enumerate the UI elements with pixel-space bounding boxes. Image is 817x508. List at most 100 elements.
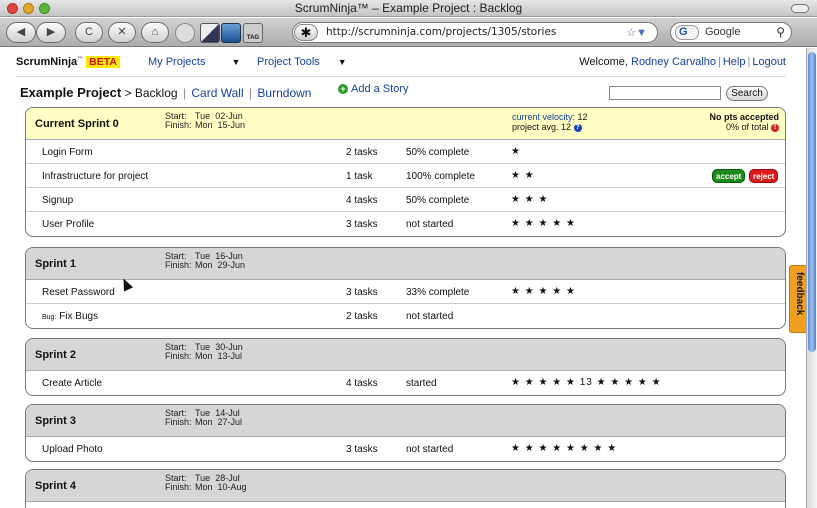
story-row[interactable]: Reset Password 3 tasks 33% complete ★ ★ …: [26, 280, 785, 304]
addon-icon[interactable]: [175, 23, 195, 43]
finish-date: 15-Jun: [217, 120, 246, 130]
browser-search-field[interactable]: G Google ⚲: [670, 22, 792, 43]
finish-label: Finish:: [165, 260, 192, 270]
search-icon[interactable]: ⚲: [776, 25, 785, 39]
tag-icon[interactable]: TAG: [243, 23, 263, 43]
window-title: ScrumNinja™ – Example Project : Backlog: [294, 1, 523, 15]
help-link[interactable]: Help: [723, 56, 746, 68]
story-title[interactable]: Reset Password: [42, 287, 115, 298]
sprint-name: Current Sprint 0: [35, 118, 119, 130]
sprint-header: Sprint 3 Start: Tue 14-Jul Finish: Mon 27-…: [26, 405, 785, 437]
help-icon[interactable]: ?: [573, 123, 582, 132]
story-row[interactable]: Create Article 4 tasks started ★ ★ ★ ★ ★…: [26, 371, 785, 395]
window-titlebar: ScrumNinja™ – Example Project : Backlog: [0, 0, 817, 17]
menu-my-projects[interactable]: My Projects ▼: [148, 56, 240, 68]
welcome-text: Welcome,: [579, 56, 628, 68]
story-row[interactable]: Bug: Fix Bugs 2 tasks not started: [26, 304, 785, 328]
url-bar[interactable]: ✱ http://scrumninja.com/projects/1305/st…: [292, 22, 658, 43]
add-story-button[interactable]: + Add a Story: [338, 83, 408, 95]
story-row[interactable]: User Profile 3 tasks not started ★ ★ ★ ★…: [26, 212, 785, 236]
logout-link[interactable]: Logout: [752, 56, 786, 68]
window-close-icon[interactable]: [7, 3, 18, 14]
user-profile-link[interactable]: Rodney Carvalho: [631, 56, 716, 68]
sprint-header: Sprint 1 Start: Tue 16-Jun Finish: Mon 29-…: [26, 248, 785, 280]
search-engine-icon[interactable]: G: [675, 25, 699, 40]
story-title[interactable]: Bug: Fix Bugs: [42, 311, 98, 322]
story-row[interactable]: Upload Photo 3 tasks not started ★ ★ ★ ★…: [26, 437, 785, 461]
card-wall-link[interactable]: Card Wall: [191, 86, 243, 100]
sprint-name: Sprint 3: [35, 415, 76, 427]
add-story-label: Add a Story: [351, 83, 409, 95]
velocity-info: current velocity: 12 project avg. 12 ?: [512, 112, 588, 132]
chevron-down-icon: ▼: [231, 57, 241, 67]
reject-button[interactable]: reject: [749, 169, 779, 183]
story-tasks: 2 tasks: [346, 147, 378, 158]
project-avg-value: 12: [561, 122, 572, 132]
story-row[interactable]: Signup 4 tasks 50% complete ★ ★ ★: [26, 188, 785, 212]
story-title[interactable]: Signup: [42, 195, 73, 206]
story-points-stars: ★ ★ ★ ★ ★: [511, 218, 576, 229]
sprint-current: Current Sprint 0 Start: Tue 02-Jun Finish…: [25, 107, 786, 237]
project-title: Example Project: [20, 85, 122, 100]
story-row[interactable]: Login Form 2 tasks 50% complete ★: [26, 140, 785, 164]
sprint-header: Current Sprint 0 Start: Tue 02-Jun Finish…: [26, 108, 785, 140]
story-status: not started: [406, 219, 454, 230]
story-row[interactable]: Infrastructure for project 1 task 100% c…: [26, 164, 785, 188]
story-tasks: 4 tasks: [346, 195, 378, 206]
plus-icon: +: [338, 84, 348, 94]
url-text[interactable]: http://scrumninja.com/projects/1305/stor…: [326, 26, 556, 38]
finish-date: 10-Aug: [217, 482, 247, 492]
search-button[interactable]: Search: [726, 86, 768, 101]
toolbar-toggle-icon[interactable]: [791, 4, 809, 13]
story-title-text: Fix Bugs: [59, 311, 99, 322]
sprint-dates: Start: Tue 02-Jun Finish: Mon 15-Jun: [165, 112, 245, 130]
sprint-dates: Start: Tue 14-Jul Finish: Mon 27-Jul: [165, 409, 242, 427]
sprint-name: Sprint 2: [35, 349, 76, 361]
story-title[interactable]: Infrastructure for project: [42, 171, 148, 182]
breadcrumb-arrow: >: [124, 86, 132, 100]
home-button[interactable]: ⌂: [141, 22, 169, 43]
bookmark-star-icon[interactable]: ☆▼: [626, 26, 647, 39]
story-status: not started: [406, 444, 454, 455]
brand-tm: ™: [77, 56, 84, 63]
story-points-stars: ★ ★ ★ ★ ★ 13 ★ ★ ★ ★ ★: [511, 377, 662, 388]
scrollbar-thumb[interactable]: [808, 52, 816, 352]
back-button[interactable]: ◀: [6, 22, 36, 43]
user-area: Welcome, Rodney Carvalho | Help | Logout: [579, 56, 786, 68]
alert-icon[interactable]: !: [771, 123, 779, 132]
feedback-tab[interactable]: feedback: [789, 265, 807, 333]
accept-button[interactable]: accept: [712, 169, 746, 183]
burndown-link[interactable]: Burndown: [257, 86, 311, 100]
reload-button[interactable]: C: [75, 22, 103, 43]
story-tasks: 1 task: [346, 171, 373, 182]
separator: |: [248, 86, 253, 100]
menu-project-tools[interactable]: Project Tools ▼: [257, 56, 347, 68]
stop-button[interactable]: ✕: [108, 22, 136, 43]
sprint-dates: Start: Tue 30-Jun Finish: Mon 13-Jul: [165, 343, 243, 361]
bookmark-icon[interactable]: [221, 23, 241, 43]
forward-button[interactable]: ▶: [36, 22, 66, 43]
story-tasks: 3 tasks: [346, 444, 378, 455]
finish-dow: Mon: [195, 260, 213, 270]
window-zoom-icon[interactable]: [39, 3, 50, 14]
finish-label: Finish:: [165, 351, 192, 361]
site-star-icon[interactable]: ✱: [294, 24, 318, 41]
sprint-1: Sprint 1 Start: Tue 16-Jun Finish: Mon 29-…: [25, 247, 786, 329]
project-avg-label: project avg.: [512, 122, 559, 132]
velocity-value: 12: [577, 112, 588, 122]
story-title[interactable]: Create Article: [42, 378, 102, 389]
search-input[interactable]: [609, 86, 721, 100]
chevron-down-icon: ▼: [337, 57, 347, 67]
app-header: ScrumNinja™ BETA My Projects ▼ Project Too…: [0, 48, 806, 76]
contrast-icon[interactable]: [200, 23, 220, 43]
story-title[interactable]: User Profile: [42, 219, 94, 230]
page-scrollbar[interactable]: [806, 48, 817, 508]
browser-search-placeholder[interactable]: Google: [705, 26, 740, 38]
brand-logo[interactable]: ScrumNinja™ BETA: [16, 56, 120, 68]
separator: |: [747, 56, 751, 68]
story-title[interactable]: Upload Photo: [42, 444, 103, 455]
story-title[interactable]: Login Form: [42, 147, 93, 158]
window-minimize-icon[interactable]: [23, 3, 34, 14]
story-tasks: 3 tasks: [346, 219, 378, 230]
beta-badge: BETA: [86, 56, 120, 68]
